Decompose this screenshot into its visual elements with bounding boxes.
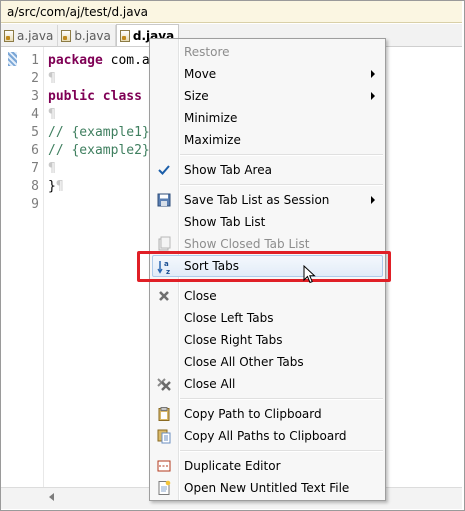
menu-item-label: Close Left Tabs <box>184 311 274 325</box>
line-number: 7 <box>31 161 39 176</box>
tab-a-java[interactable]: a.java <box>1 25 59 46</box>
menu-separator <box>180 184 383 186</box>
line-number: 4 <box>31 107 39 122</box>
menu-separator <box>180 154 383 156</box>
menu-item-label: Move <box>184 67 217 81</box>
clipboard-icon <box>158 407 170 421</box>
menu-item-label: Close Right Tabs <box>184 333 283 347</box>
menu-item-label: Close <box>184 289 217 303</box>
menu-item-close-all[interactable]: Close All <box>152 373 383 395</box>
overview-ruler <box>1 47 17 487</box>
menu-item-open-new-untitled[interactable]: Open New Untitled Text File <box>152 477 383 499</box>
keyword: package <box>48 53 103 68</box>
clipboard-multi-icon <box>157 429 171 444</box>
keyword: class <box>102 89 142 104</box>
line-number: 9 <box>31 197 39 212</box>
menu-item-show-tab-list[interactable]: Show Tab List <box>152 211 383 233</box>
line-number: 1 <box>31 53 39 68</box>
file-path-text: a/src/com/aj/test/d.java <box>7 5 149 19</box>
menu-item-label: Maximize <box>184 133 241 147</box>
pilcrow: ¶ <box>55 179 64 194</box>
menu-item-copy-path[interactable]: Copy Path to Clipboard <box>152 403 383 425</box>
code-text: com.a <box>102 53 150 68</box>
tab-label: a.java <box>17 28 54 43</box>
menu-item-close-right-tabs[interactable]: Close Right Tabs <box>152 329 383 351</box>
duplicate-icon <box>157 460 171 472</box>
menu-item-close[interactable]: Close <box>152 285 383 307</box>
ruler-marker <box>8 52 17 66</box>
closed-tabs-icon <box>158 236 171 251</box>
java-file-icon <box>4 29 14 42</box>
code-text: } <box>48 179 56 194</box>
file-path-bar: a/src/com/aj/test/d.java <box>1 1 462 23</box>
close-all-icon <box>157 378 171 391</box>
menu-item-label: Save Tab List as Session <box>184 193 330 207</box>
menu-item-duplicate-editor[interactable]: Duplicate Editor <box>152 455 383 477</box>
line-number: 5 <box>31 125 39 140</box>
menu-item-label: Show Tab List <box>184 215 266 229</box>
menu-item-save-tab-list[interactable]: Save Tab List as Session <box>152 189 383 211</box>
menu-item-label: Show Tab Area <box>184 163 272 177</box>
java-file-icon <box>61 29 72 42</box>
code-line-4: ¶ <box>48 107 56 122</box>
line-number: 2 <box>31 71 39 86</box>
menu-item-label: Copy Path to Clipboard <box>184 407 322 421</box>
menu-item-label: Duplicate Editor <box>184 459 281 473</box>
menu-item-label: Copy All Paths to Clipboard <box>184 429 347 443</box>
code-line-6: // {example2} <box>48 143 150 158</box>
tab-label: b.java <box>74 28 111 43</box>
scroll-left-arrow-icon[interactable] <box>49 493 54 501</box>
code-line-1: package com.a <box>48 52 150 70</box>
menu-item-label: Open New Untitled Text File <box>184 481 350 495</box>
code-line-5: // {example1} <box>48 125 150 140</box>
submenu-arrow-icon <box>371 196 375 204</box>
line-number: 3 <box>31 89 39 104</box>
menu-item-label: Size <box>184 89 209 103</box>
menu-item-label: Restore <box>184 45 230 59</box>
code-line-2: ¶ <box>48 71 56 86</box>
menu-item-show-tab-area[interactable]: Show Tab Area <box>152 159 383 181</box>
menu-item-move[interactable]: Move <box>152 63 383 85</box>
checkmark-icon <box>158 165 170 175</box>
close-x-icon <box>159 291 169 301</box>
menu-separator <box>180 398 383 400</box>
menu-item-label: Close All Other Tabs <box>184 355 304 369</box>
mouse-pointer-icon <box>303 265 316 284</box>
menu-item-label: Minimize <box>184 111 238 125</box>
submenu-arrow-icon <box>371 92 375 100</box>
menu-item-copy-all-paths[interactable]: Copy All Paths to Clipboard <box>152 425 383 447</box>
save-icon <box>157 193 171 207</box>
line-number: 8 <box>31 179 39 194</box>
new-file-icon <box>158 480 171 495</box>
menu-separator <box>180 450 383 452</box>
tab-b-java[interactable]: b.java <box>58 25 116 46</box>
submenu-arrow-icon <box>371 70 375 78</box>
keyword: public <box>48 89 95 104</box>
menu-item-maximize[interactable]: Maximize <box>152 129 383 151</box>
java-file-icon <box>119 29 130 42</box>
code-line-3: public class <box>48 88 142 106</box>
code-line-7: ¶ <box>48 161 56 176</box>
code-line-8: }¶ <box>48 178 64 196</box>
menu-item-minimize[interactable]: Minimize <box>152 107 383 129</box>
menu-item-close-all-other-tabs[interactable]: Close All Other Tabs <box>152 351 383 373</box>
menu-item-close-left-tabs[interactable]: Close Left Tabs <box>152 307 383 329</box>
menu-item-label: Close All <box>184 377 236 391</box>
sort-tabs-highlight <box>137 251 391 282</box>
menu-item-size[interactable]: Size <box>152 85 383 107</box>
line-number-gutter: 1 2 3 4 5 6 7 8 9 <box>17 47 44 487</box>
menu-item-restore[interactable]: Restore <box>152 41 383 63</box>
line-number: 6 <box>31 143 39 158</box>
